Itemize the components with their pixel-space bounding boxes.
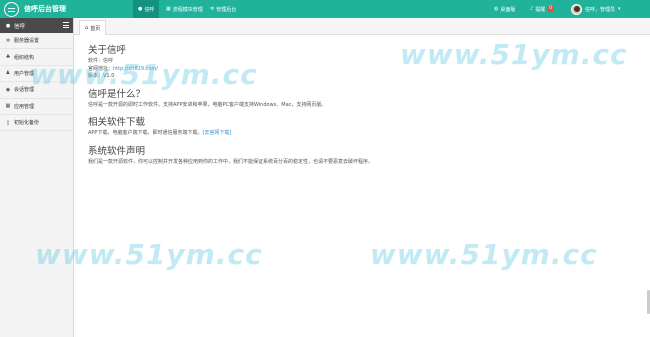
sidebar-item-label: 服务器设置 xyxy=(14,38,40,45)
homepage-label: 桌面版 xyxy=(500,6,516,13)
nav-item-admin[interactable]: ✲ 管理后台 xyxy=(205,0,241,18)
version-line: 版本：V1.0 xyxy=(88,73,115,79)
website-link[interactable]: http://xh829.com/ xyxy=(113,66,158,72)
sidebar-item-init-backup[interactable]: ▯ 初始化备份 xyxy=(0,115,73,132)
nav-label: 信呼 xyxy=(144,6,155,13)
user-icon: ♟ xyxy=(5,70,11,77)
website-line: 官网地址：http://xh829.com/ xyxy=(88,66,628,74)
alerts-label: 提醒 xyxy=(535,6,546,13)
sidebar-header-label: 信呼 xyxy=(14,23,26,30)
sidebar-item-app-management[interactable]: ▦ 应用管理 xyxy=(0,99,73,115)
org-icon: ♣ xyxy=(5,54,11,61)
download-text: APP下载，电脑客户端下载，即时通信服务端下载。 xyxy=(88,130,203,136)
nav-label: 流程模块管理 xyxy=(172,6,203,13)
download-link[interactable]: [去官网下载] xyxy=(202,130,231,136)
nav-label: 管理后台 xyxy=(216,6,237,13)
about-title: 关于信呼 xyxy=(88,45,127,56)
top-bar: 信呼后台管理 ● 信呼 ▦ 流程模块管理 ✲ 管理后台 ◍ 桌面版 ♪ 提醒 0… xyxy=(0,0,650,18)
software-line: 软件：信呼 xyxy=(88,58,114,64)
download-title: 相关软件下载 xyxy=(88,117,146,128)
menu-toggle-icon[interactable] xyxy=(63,22,69,28)
app-title: 信呼后台管理 xyxy=(24,5,66,13)
chat-icon: ● xyxy=(5,22,11,29)
tab-label: 首页 xyxy=(90,25,101,32)
home-icon: ⌂ xyxy=(85,25,89,31)
user-name: 信呼，管理员 xyxy=(585,6,616,13)
grid-icon: ▦ xyxy=(5,103,11,110)
globe-icon: ◍ xyxy=(494,6,499,12)
sidebar-item-label: 组织结构 xyxy=(14,54,35,61)
sidebar-item-session-management[interactable]: ◉ 会话管理 xyxy=(0,82,73,99)
website-label: 官网地址： xyxy=(88,65,114,72)
download-line: APP下载，电脑客户端下载，即时通信服务端下载。[去官网下载] xyxy=(88,130,628,138)
sidebar-item-label: 用户管理 xyxy=(14,70,35,77)
what-title: 信呼是什么？ xyxy=(88,88,146,100)
what-text: 信呼是一款开源的即时工作软件。支持APP安卓和苹果，电脑PC客户端支持Windo… xyxy=(88,101,327,108)
sidebar-item-label: 初始化备份 xyxy=(14,120,40,127)
sidebar-header: ● 信呼 xyxy=(0,18,73,33)
tab-bar: ⌂ 首页 xyxy=(74,18,650,35)
logo-icon xyxy=(4,1,19,17)
sidebar-item-org-structure[interactable]: ♣ 组织结构 xyxy=(0,49,73,66)
bell-icon: ♪ xyxy=(530,6,534,12)
nav-item-flow-modules[interactable]: ▦ 流程模块管理 xyxy=(161,0,208,18)
statement-text: 我们是一款开源软件，你可以控制并开发各种应用到你的工作中，我们不能保证系统百分百… xyxy=(88,158,374,165)
chevron-down-icon: ▾ xyxy=(618,6,621,12)
gear-icon: ✲ xyxy=(210,6,215,12)
alerts-badge: 0 xyxy=(547,6,555,12)
avatar xyxy=(571,3,582,15)
watermark: www.51ym.cc xyxy=(370,238,598,271)
sidebar-item-user-management[interactable]: ♟ 用户管理 xyxy=(0,66,73,83)
homepage-link[interactable]: ◍ 桌面版 xyxy=(494,0,515,18)
user-menu[interactable]: 信呼，管理员 ▾ xyxy=(571,0,621,18)
tab-home[interactable]: ⌂ 首页 xyxy=(79,20,107,35)
alerts-button[interactable]: ♪ 提醒 0 xyxy=(530,0,555,18)
chat-icon: ● xyxy=(138,6,143,12)
sidebar: ● 信呼 ✲ 服务器设置 ♣ 组织结构 ♟ 用户管理 ◉ 会话管理 ▦ 应用管理… xyxy=(0,18,74,337)
nav-item-xinhu[interactable]: ● 信呼 xyxy=(133,0,160,18)
app-logo[interactable]: 信呼后台管理 xyxy=(0,0,66,18)
file-icon: ▯ xyxy=(6,119,10,126)
chat-icon: ◉ xyxy=(5,86,11,93)
sidebar-item-label: 会话管理 xyxy=(14,87,35,94)
sidebar-item-label: 应用管理 xyxy=(14,103,35,110)
statement-title: 系统软件声明 xyxy=(88,145,146,157)
sidebar-item-server-settings[interactable]: ✲ 服务器设置 xyxy=(0,33,73,50)
main-content: 关于信呼 软件：信呼 官网地址：http://xh829.com/ 版本：V1.… xyxy=(88,42,628,166)
grid-icon: ▦ xyxy=(166,6,171,12)
gear-icon: ✲ xyxy=(5,37,11,44)
